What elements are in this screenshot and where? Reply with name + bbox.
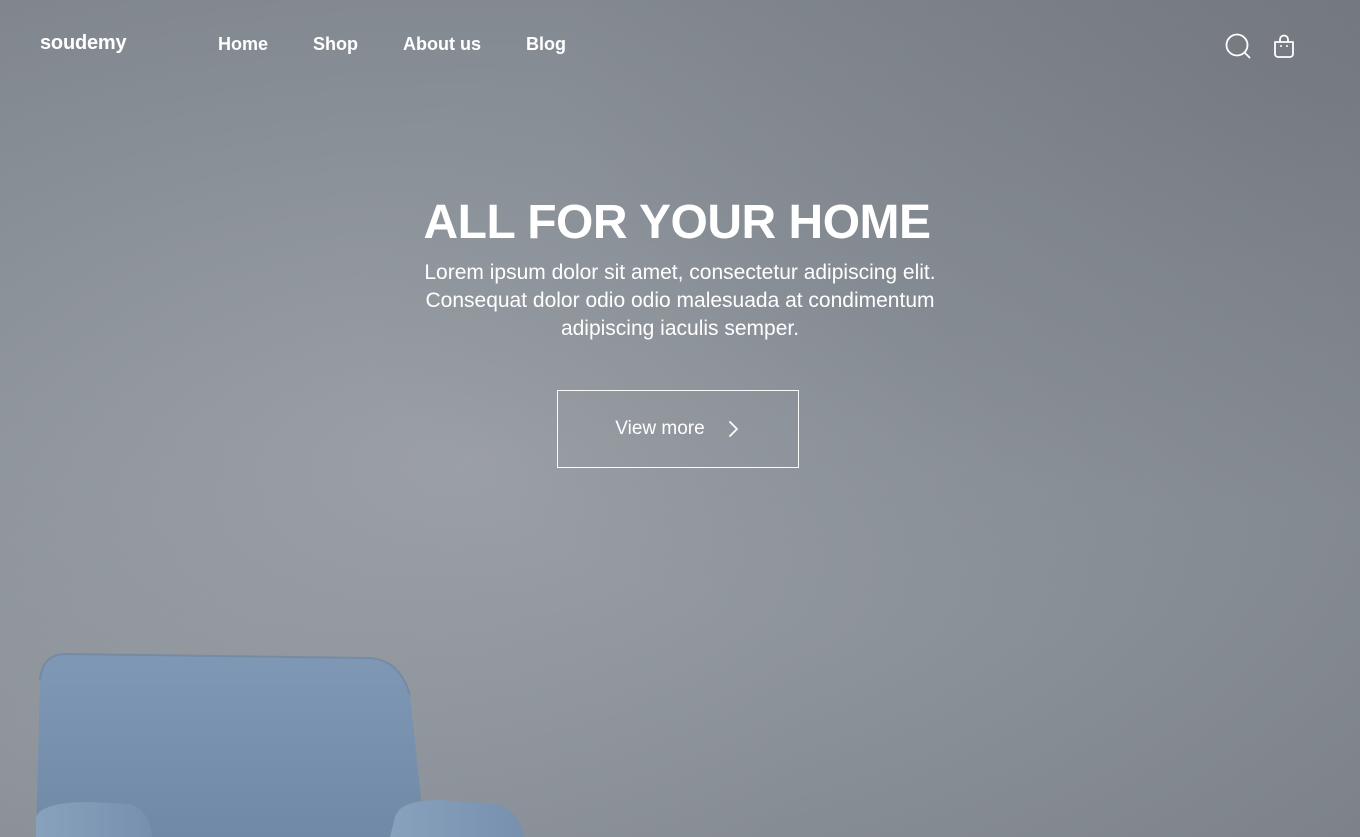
nav-item-about-us[interactable]: About us bbox=[403, 34, 481, 55]
view-more-button[interactable]: View more bbox=[557, 390, 799, 468]
armchair-image bbox=[36, 652, 524, 837]
chevron-right-icon bbox=[728, 421, 738, 437]
nav-item-shop[interactable]: Shop bbox=[313, 34, 358, 55]
hero-title: ALL FOR YOUR HOME bbox=[423, 196, 931, 249]
hero-section: ALL FOR YOUR HOME Lorem ipsum dolor sit … bbox=[0, 193, 1360, 343]
hero-subtitle: Lorem ipsum dolor sit amet, consectetur … bbox=[424, 261, 936, 340]
shopping-bag-icon[interactable] bbox=[1271, 33, 1297, 59]
view-more-label: View more bbox=[615, 418, 705, 439]
brand-logo[interactable]: soudemy bbox=[40, 32, 127, 55]
main-nav: Home Shop About us Blog bbox=[218, 34, 566, 55]
navbar: soudemy Home Shop About us Blog bbox=[0, 0, 1360, 92]
search-icon[interactable] bbox=[1225, 33, 1251, 59]
nav-actions bbox=[1225, 33, 1297, 59]
nav-item-blog[interactable]: Blog bbox=[526, 34, 566, 55]
nav-item-home[interactable]: Home bbox=[218, 34, 268, 55]
